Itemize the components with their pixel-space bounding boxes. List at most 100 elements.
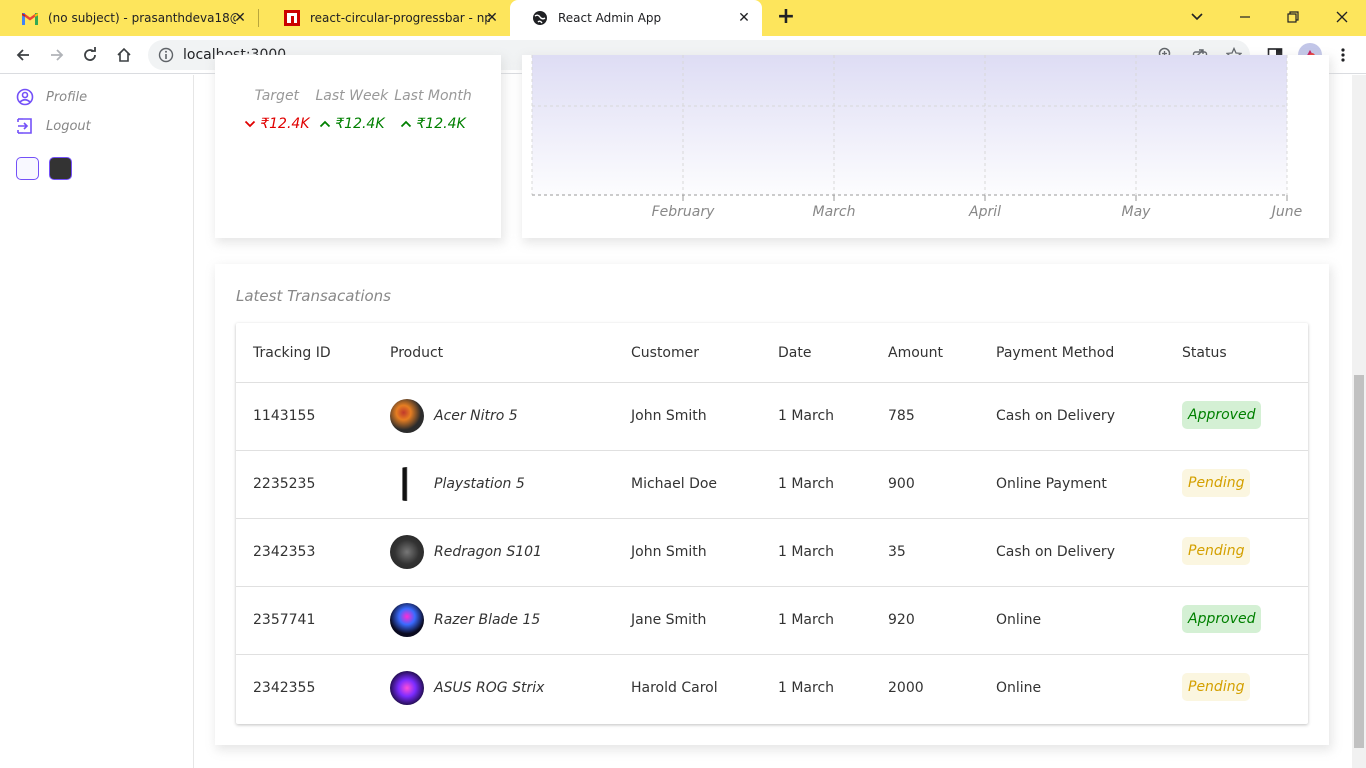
restore-icon[interactable] <box>1281 6 1305 30</box>
stat-value: ₹12.4K <box>244 116 309 132</box>
sidebar-item-profile[interactable]: Profile <box>16 87 87 107</box>
column-header: Amount <box>888 345 944 361</box>
tab-title: React Admin App <box>558 11 662 25</box>
tracking-id: 2235235 <box>253 476 316 492</box>
column-header: Product <box>390 345 444 361</box>
customer: John Smith <box>631 544 707 560</box>
table-row[interactable]: 2235235 Playstation 5 Michael Doe 1 March 90… <box>236 451 1308 519</box>
status-badge: Approved <box>1182 401 1262 429</box>
product-cell: Redragon S101 <box>390 535 542 569</box>
home-icon[interactable] <box>112 43 136 67</box>
product-image <box>390 467 424 501</box>
product-cell: Playstation 5 <box>390 467 525 501</box>
tab-search-icon[interactable] <box>1185 6 1209 30</box>
status-badge: Approved <box>1182 605 1262 633</box>
list-title: Latest Transacations <box>236 287 391 305</box>
close-icon[interactable]: ✕ <box>736 10 752 26</box>
globe-icon <box>532 10 548 26</box>
logout-icon <box>17 118 32 134</box>
date: 1 March <box>778 408 835 424</box>
stat-amount: ₹12.4K <box>416 116 466 132</box>
latest-transactions-card: Latest Transacations Tracking ID Product C… <box>215 264 1329 745</box>
product-image <box>390 399 424 433</box>
area-chart: February March April May June <box>531 55 1303 220</box>
browser-tab-strip: (no subject) - prasanthdeva18@gmail.com … <box>0 0 1366 36</box>
stat-target: Target ₹12.4K <box>244 88 309 132</box>
amount: 2000 <box>888 680 924 696</box>
customer: Harold Carol <box>631 680 718 696</box>
payment-method: Cash on Delivery <box>996 408 1115 424</box>
x-tick-label: June <box>1269 204 1303 220</box>
column-header: Tracking ID <box>253 345 331 361</box>
scrollbar-thumb[interactable] <box>1354 375 1364 748</box>
browser-tab-react-admin[interactable]: React Admin App ✕ <box>510 0 762 36</box>
dark-theme-option[interactable] <box>49 157 72 180</box>
amount: 900 <box>888 476 915 492</box>
close-icon[interactable]: ✕ <box>484 10 500 26</box>
payment-method: Online <box>996 612 1042 628</box>
product-image <box>390 535 424 569</box>
product-cell: Razer Blade 15 <box>390 603 540 637</box>
browser-tab-gmail[interactable]: (no subject) - prasanthdeva18@gmail.com … <box>0 0 258 36</box>
column-header: Date <box>778 345 812 361</box>
stat-value: ₹12.4K <box>394 116 472 132</box>
minimize-icon[interactable] <box>1233 6 1257 30</box>
x-tick-label: April <box>968 204 1001 220</box>
new-tab-button[interactable]: + <box>774 6 798 30</box>
payment-method: Online Payment <box>996 476 1107 492</box>
tracking-id: 2357741 <box>253 612 316 628</box>
date: 1 March <box>778 476 835 492</box>
featured-card: Target ₹12.4K Last Week ₹12.4K Last Mont… <box>215 55 501 238</box>
table-row[interactable]: 2342353 Redragon S101 John Smith 1 March 35 C… <box>236 519 1308 587</box>
stat-title: Last Month <box>394 88 472 104</box>
x-tick-label: March <box>813 204 856 220</box>
gmail-icon <box>22 10 38 26</box>
table-header: Tracking ID Product Customer Date Amount Paym… <box>236 323 1308 383</box>
table-row[interactable]: 1143155 Acer Nitro 5 John Smith 1 March 785 C… <box>236 383 1308 451</box>
forward-arrow-icon[interactable] <box>45 43 69 67</box>
stat-amount: ₹12.4K <box>260 116 310 132</box>
stat-title: Target <box>254 88 300 104</box>
close-window-icon[interactable] <box>1330 6 1354 30</box>
status-badge: Pending <box>1182 469 1251 497</box>
chevron-up-icon <box>320 120 331 128</box>
status-badge: Pending <box>1182 537 1251 565</box>
page-scrollbar[interactable] <box>1352 75 1366 768</box>
chevron-down-icon <box>245 120 256 128</box>
x-tick-label: May <box>1122 204 1152 220</box>
sidebar: Profile Logout <box>0 75 194 768</box>
stat-amount: ₹12.4K <box>335 116 385 132</box>
account-circle-icon <box>16 88 34 106</box>
light-theme-option[interactable] <box>16 157 39 180</box>
product-name: Razer Blade 15 <box>434 612 541 628</box>
product-name: Redragon S101 <box>434 544 542 560</box>
sidebar-item-label: Logout <box>46 118 91 134</box>
column-header: Customer <box>631 345 700 361</box>
status-badge: Pending <box>1182 673 1251 701</box>
sidebar-item-label: Profile <box>46 89 88 105</box>
table-row[interactable]: 2342355 ASUS ROG Strix Harold Carol 1 March… <box>236 655 1308 723</box>
amount: 35 <box>888 544 906 560</box>
back-arrow-icon[interactable] <box>11 43 35 67</box>
stat-value: ₹12.4K <box>315 116 388 132</box>
table-row[interactable]: 2357741 Razer Blade 15 Jane Smith 1 March 92… <box>236 587 1308 655</box>
product-name: Playstation 5 <box>434 476 525 492</box>
customer: John Smith <box>631 408 707 424</box>
browser-tab-npm[interactable]: react-circular-progressbar - npm ✕ <box>262 0 510 36</box>
x-tick-label: February <box>652 204 716 220</box>
main-content: Target ₹12.4K Last Week ₹12.4K Last Mont… <box>194 55 1352 768</box>
revenue-chart-card: February March April May June <box>522 55 1329 238</box>
sidebar-item-logout[interactable]: Logout <box>16 116 91 136</box>
tab-title: (no subject) - prasanthdeva18@gmail.com <box>48 11 236 25</box>
area-fill <box>532 55 1287 195</box>
stat-last-month: Last Month ₹12.4K <box>394 88 472 132</box>
close-icon[interactable]: ✕ <box>232 10 248 26</box>
stat-last-week: Last Week ₹12.4K <box>315 88 388 132</box>
reload-icon[interactable] <box>78 43 102 67</box>
more-menu-icon[interactable] <box>1333 45 1353 65</box>
column-header: Payment Method <box>996 345 1115 361</box>
payment-method: Online <box>996 680 1042 696</box>
info-icon[interactable] <box>158 47 174 63</box>
date: 1 March <box>778 680 835 696</box>
npm-icon <box>284 10 300 26</box>
